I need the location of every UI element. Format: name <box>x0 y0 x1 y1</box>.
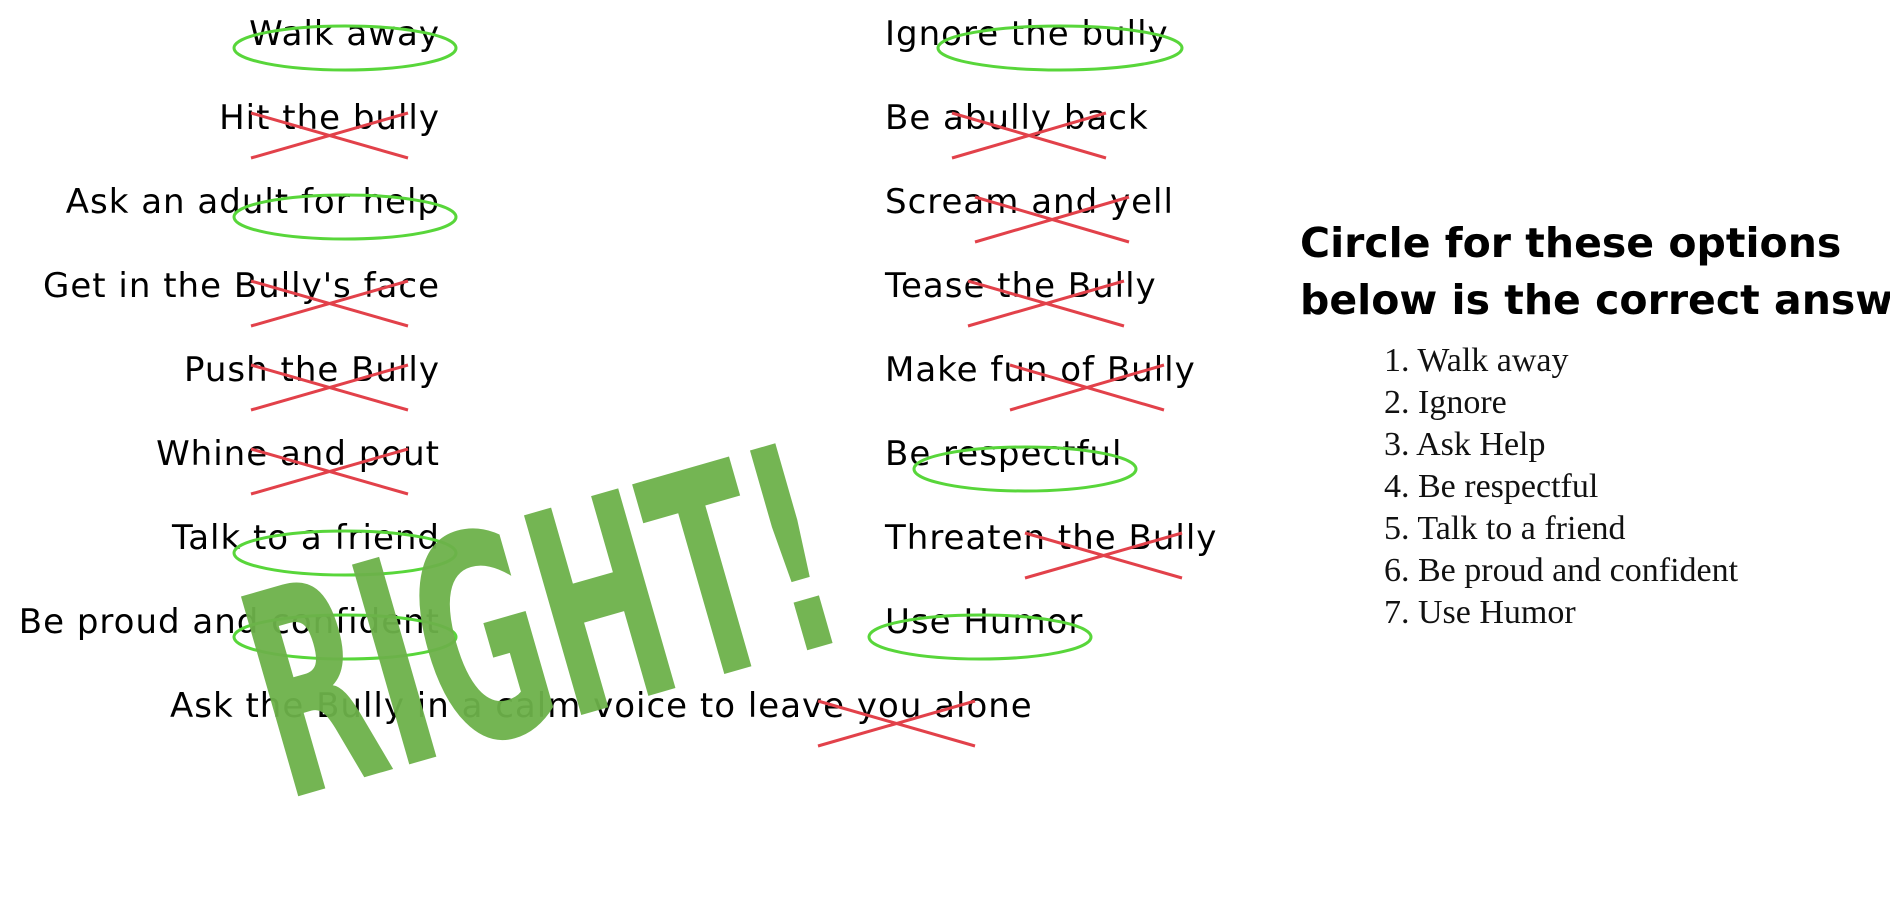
answer-item: 5. Talk to a friend <box>1384 510 1626 547</box>
option-ask-bully-calmly[interactable]: Ask the Bully in a calm voice to leave y… <box>170 689 1033 723</box>
option-talk-to-a-friend[interactable]: Talk to a friend <box>0 521 440 555</box>
answer-item: 3. Ask Help <box>1384 426 1546 463</box>
option-get-in-bullys-face[interactable]: Get in the Bully's face <box>0 269 440 303</box>
option-use-humor[interactable]: Use Humor <box>885 605 1083 639</box>
option-make-fun-of-bully[interactable]: Make fun of Bully <box>885 353 1196 387</box>
option-threaten-the-bully[interactable]: Threaten the Bully <box>885 521 1217 555</box>
instructions-title-line-1: Circle for these options <box>1300 219 1842 267</box>
option-be-a-bully-back[interactable]: Be abully back <box>885 101 1149 135</box>
option-push-the-bully[interactable]: Push the Bully <box>0 353 440 387</box>
option-ignore-the-bully[interactable]: Ignore the bully <box>885 17 1169 51</box>
option-tease-the-bully[interactable]: Tease the Bully <box>885 269 1157 303</box>
option-walk-away[interactable]: Walk away <box>0 17 440 51</box>
instructions-title: Circle for these options below is the co… <box>1300 215 1890 329</box>
answer-item: 6. Be proud and confident <box>1384 552 1739 589</box>
option-hit-the-bully[interactable]: Hit the bully <box>0 101 440 135</box>
answer-list: 1. Walk away 2. Ignore 3. Ask Help 4. Be… <box>1384 340 1738 634</box>
option-be-proud-confident[interactable]: Be proud and confident <box>0 605 440 639</box>
instructions-title-line-2: below is the correct answer <box>1300 276 1890 324</box>
option-be-respectful[interactable]: Be respectful <box>885 437 1122 471</box>
answer-item: 4. Be respectful <box>1384 468 1599 505</box>
answer-item: 1. Walk away <box>1384 342 1569 379</box>
answer-item: 2. Ignore <box>1384 384 1507 421</box>
option-ask-adult-for-help[interactable]: Ask an adult for help <box>0 185 440 219</box>
answer-item: 7. Use Humor <box>1384 594 1576 631</box>
option-whine-and-pout[interactable]: Whine and pout <box>0 437 440 471</box>
option-scream-and-yell[interactable]: Scream and yell <box>885 185 1174 219</box>
